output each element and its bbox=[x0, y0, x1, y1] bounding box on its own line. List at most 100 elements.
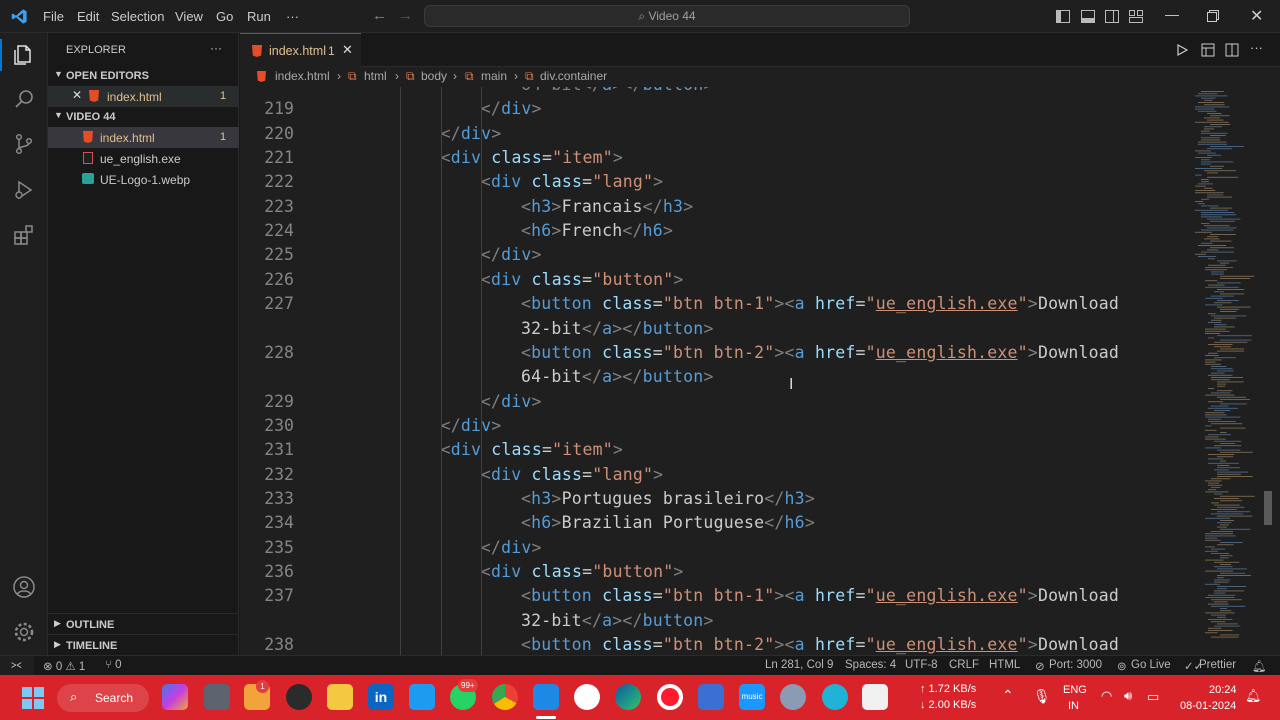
code-line[interactable]: <div class="item"> bbox=[441, 148, 623, 167]
menu-selection[interactable]: Selection bbox=[111, 9, 164, 24]
encoding-status[interactable]: UTF-8 bbox=[905, 659, 938, 671]
file-item-ue-logo-webp[interactable]: UE-Logo-1.webp bbox=[48, 169, 239, 190]
edge-icon[interactable] bbox=[615, 684, 641, 710]
davinci-icon[interactable] bbox=[286, 684, 312, 710]
taskbar-search[interactable]: ⌕ Search bbox=[57, 684, 149, 712]
account-icon[interactable] bbox=[12, 575, 36, 599]
breadcrumb-file[interactable]: index.html bbox=[275, 69, 330, 83]
ports-status[interactable]: ⑂ 0 bbox=[105, 659, 122, 671]
toggle-secondary-sidebar-icon[interactable] bbox=[1105, 10, 1119, 23]
clock-date[interactable]: 08-01-2024 bbox=[1180, 700, 1236, 712]
word-app-icon[interactable] bbox=[698, 684, 724, 710]
chevron-up-icon[interactable]: ⌃ bbox=[1002, 687, 1014, 704]
code-line[interactable]: </div> bbox=[441, 416, 502, 435]
battery-icon[interactable]: ▭ bbox=[1147, 689, 1159, 705]
open-editors-header[interactable]: ▼ OPEN EDITORS bbox=[48, 66, 239, 87]
code-line[interactable]: 64-bit</a></button> bbox=[521, 87, 714, 94]
timeline-section[interactable]: ▶ TIMELINE bbox=[48, 634, 239, 655]
copilot-icon[interactable] bbox=[162, 684, 188, 710]
code-line[interactable]: 32-bit</a></button> bbox=[521, 611, 714, 630]
chrome-icon[interactable] bbox=[492, 684, 518, 710]
windows-start-icon[interactable] bbox=[22, 687, 44, 709]
code-area[interactable]: 64-bit</a></button> 219 </div> 220 </div> 221… bbox=[240, 87, 1185, 655]
toggle-panel-icon[interactable] bbox=[1081, 10, 1095, 23]
microphone-icon[interactable]: 🎙︎ bbox=[1033, 688, 1051, 705]
code-line[interactable]: </div> bbox=[481, 245, 542, 264]
settings-gear-icon[interactable] bbox=[12, 620, 36, 644]
run-code-icon[interactable] bbox=[1176, 44, 1188, 56]
customize-layout-icon[interactable] bbox=[1129, 10, 1143, 23]
code-line[interactable]: <div class="lang"> bbox=[481, 465, 663, 484]
menu-run[interactable]: Run bbox=[247, 9, 271, 24]
code-line[interactable]: <button class="btn btn-2"><a href="ue_en… bbox=[521, 343, 1119, 362]
outline-section[interactable]: ▶ OUTLINE bbox=[48, 613, 239, 634]
ms-app-icon[interactable] bbox=[574, 684, 600, 710]
code-line[interactable]: <button class="btn btn-1"><a href="ue_en… bbox=[521, 586, 1119, 605]
file-item-ue-english-exe[interactable]: ue_english.exe bbox=[48, 148, 239, 169]
settings-app-icon[interactable] bbox=[780, 684, 806, 710]
opera-icon[interactable] bbox=[657, 684, 683, 710]
indentation-status[interactable]: Spaces: 4 bbox=[845, 659, 896, 671]
linkedin-icon[interactable]: in bbox=[368, 684, 394, 710]
eol-status[interactable]: CRLF bbox=[949, 659, 979, 671]
menu-more[interactable]: ··· bbox=[286, 9, 299, 24]
breadcrumb-div-container[interactable]: div.container bbox=[540, 69, 607, 83]
menu-view[interactable]: View bbox=[175, 9, 203, 24]
snipping-tool-icon[interactable] bbox=[862, 684, 888, 710]
minimap[interactable] bbox=[1185, 87, 1275, 655]
split-editor-icon[interactable] bbox=[1225, 43, 1239, 57]
open-preview-icon[interactable] bbox=[1201, 43, 1215, 57]
code-line[interactable]: <h3>Francais</h3> bbox=[521, 197, 693, 216]
file-item-index-html[interactable]: index.html 1 bbox=[48, 127, 239, 148]
code-line[interactable]: <button class="btn btn-1"><a href="ue_en… bbox=[521, 294, 1119, 313]
problems-status[interactable]: ⊗ 0 ⚠ 1 bbox=[43, 659, 85, 673]
menu-file[interactable]: File bbox=[43, 9, 64, 24]
back-arrow-icon[interactable]: ← bbox=[372, 7, 387, 24]
breadcrumb-html[interactable]: html bbox=[364, 69, 387, 83]
explorer-more-button[interactable]: ··· bbox=[210, 41, 222, 55]
code-line[interactable]: <div class="button"> bbox=[481, 270, 684, 289]
code-line[interactable]: <h6>Brazilian Portuguese</h6> bbox=[521, 513, 815, 532]
code-line[interactable]: </div> bbox=[481, 99, 542, 118]
notification-center-icon[interactable]: 🔔︎ bbox=[1245, 688, 1262, 704]
language-mode[interactable]: HTML bbox=[989, 659, 1020, 671]
clock-time[interactable]: 20:24 bbox=[1209, 684, 1237, 696]
amazon-music-icon[interactable]: music bbox=[739, 684, 765, 710]
code-line[interactable]: </div> bbox=[481, 392, 542, 411]
code-editor[interactable]: 64-bit</a></button> 219 </div> 220 </div> 221… bbox=[240, 87, 1280, 655]
code-line[interactable]: <div class="item"> bbox=[441, 440, 623, 459]
minimize-icon[interactable]: — bbox=[1165, 6, 1179, 22]
forward-arrow-icon[interactable]: → bbox=[398, 7, 413, 24]
cursor-position[interactable]: Ln 281, Col 9 bbox=[765, 659, 833, 671]
prettier-status[interactable]: Prettier bbox=[1199, 659, 1236, 671]
menu-go[interactable]: Go bbox=[216, 9, 233, 24]
code-line[interactable]: 32-bit</a></button> bbox=[521, 319, 714, 338]
toggle-sidebar-icon[interactable] bbox=[1056, 10, 1070, 23]
code-line[interactable]: <button class="btn btn-2"><a href="ue_en… bbox=[521, 635, 1119, 654]
close-window-icon[interactable]: ✕ bbox=[1250, 6, 1263, 26]
close-editor-icon[interactable]: ✕ bbox=[72, 88, 82, 102]
code-line[interactable]: </div> bbox=[481, 538, 542, 557]
command-center[interactable]: ⌕ Video 44 bbox=[424, 5, 910, 27]
code-line[interactable]: <div class="button"> bbox=[481, 562, 684, 581]
source-control-icon[interactable] bbox=[12, 132, 36, 156]
code-line[interactable]: 64-bit</a></button> bbox=[521, 367, 714, 386]
wifi-icon[interactable]: ◠ bbox=[1101, 688, 1112, 704]
explorer-icon[interactable] bbox=[12, 43, 36, 67]
live-server-port[interactable]: Port: 3000 bbox=[1049, 659, 1102, 671]
vscode-taskbar-icon[interactable] bbox=[533, 684, 559, 710]
canva-icon[interactable] bbox=[822, 684, 848, 710]
language-indicator[interactable]: ENG bbox=[1063, 684, 1087, 696]
go-live-button[interactable]: Go Live bbox=[1131, 659, 1171, 671]
tab-index-html[interactable]: index.html 1 ✕ bbox=[240, 33, 361, 67]
folder-header[interactable]: ▼ VIDEO 44 bbox=[48, 107, 239, 128]
remote-button[interactable]: ⪥ bbox=[0, 656, 34, 675]
scrollbar-thumb[interactable] bbox=[1264, 491, 1272, 525]
code-line[interactable]: <h6>French</h6> bbox=[521, 221, 673, 240]
task-view-icon[interactable] bbox=[204, 684, 230, 710]
notifications-bell-icon[interactable]: 🔔︎ bbox=[1252, 659, 1267, 673]
menu-edit[interactable]: Edit bbox=[77, 9, 99, 24]
restore-icon[interactable] bbox=[1207, 10, 1219, 22]
twitter-icon[interactable] bbox=[409, 684, 435, 710]
extensions-icon[interactable] bbox=[12, 223, 36, 247]
